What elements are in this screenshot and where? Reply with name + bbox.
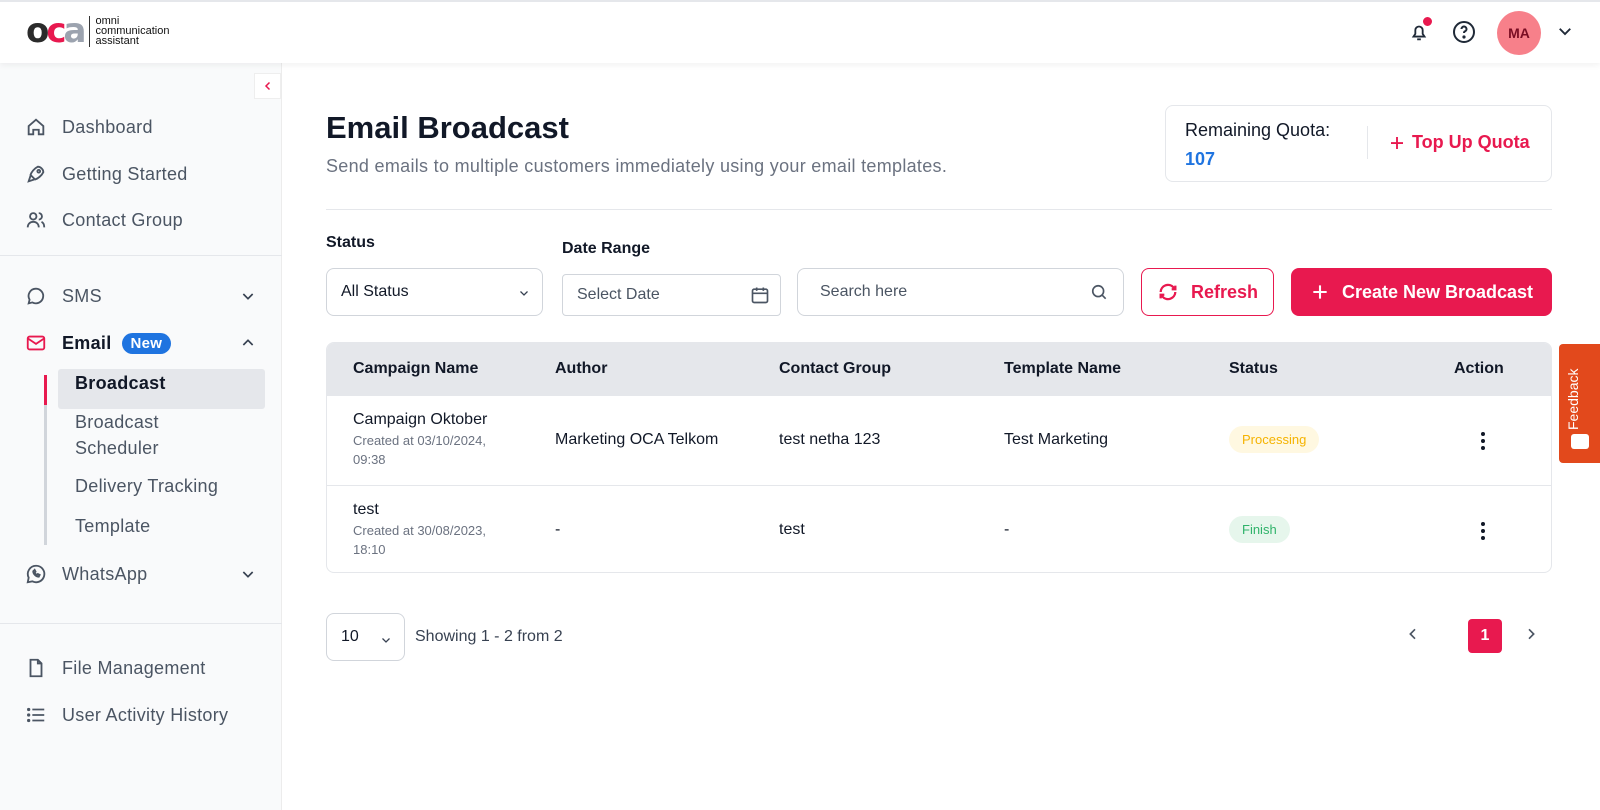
whatsapp-icon bbox=[24, 562, 48, 586]
notification-dot bbox=[1422, 16, 1433, 27]
chat-icon bbox=[24, 284, 48, 308]
feedback-label: Feedback bbox=[1565, 368, 1581, 430]
plus-icon bbox=[1313, 285, 1327, 299]
template-name-cell: - bbox=[1004, 521, 1010, 538]
sidebar-item-whatsapp[interactable]: WhatsApp bbox=[24, 559, 147, 589]
chevron-down-icon[interactable] bbox=[240, 566, 256, 587]
submenu-broadcast[interactable]: Broadcast bbox=[75, 370, 166, 396]
home-icon bbox=[24, 115, 48, 139]
contact-group-cell: test netha 123 bbox=[779, 431, 881, 448]
header-divider bbox=[326, 209, 1552, 210]
per-page-select[interactable]: 10 bbox=[326, 613, 405, 661]
rocket-icon bbox=[24, 162, 48, 186]
new-badge: New bbox=[121, 332, 172, 354]
sidebar-divider bbox=[0, 623, 282, 624]
table-row[interactable]: test Created at 30/08/2023, 18:10 - test… bbox=[327, 485, 1551, 572]
mail-icon bbox=[24, 331, 48, 355]
chevron-down-icon bbox=[518, 286, 530, 304]
next-page-icon[interactable] bbox=[1523, 626, 1539, 647]
sidebar-item-user-activity-history[interactable]: User Activity History bbox=[24, 700, 228, 730]
top-header: oca omni communication assistant MA bbox=[0, 0, 1600, 63]
users-icon bbox=[24, 208, 48, 232]
search-input[interactable]: Search here bbox=[797, 268, 1124, 316]
column-header[interactable]: Campaign Name bbox=[353, 360, 478, 378]
table-header: Campaign Name Author Contact Group Templ… bbox=[327, 343, 1551, 395]
search-icon bbox=[1089, 282, 1109, 307]
more-options-icon[interactable] bbox=[1473, 429, 1493, 453]
quota-label: Remaining Quota: bbox=[1185, 120, 1331, 140]
submenu-active-marker bbox=[44, 375, 47, 405]
quota-divider bbox=[1367, 126, 1368, 159]
status-select[interactable]: All Status bbox=[326, 268, 543, 316]
collapse-sidebar-button[interactable] bbox=[254, 73, 281, 99]
more-options-icon[interactable] bbox=[1473, 519, 1493, 543]
page-title: Email Broadcast bbox=[326, 110, 569, 145]
submenu-delivery-tracking[interactable]: Delivery Tracking bbox=[75, 473, 218, 499]
refresh-icon bbox=[1159, 283, 1177, 301]
column-header[interactable]: Contact Group bbox=[779, 360, 891, 378]
campaign-name-cell: Campaign Oktober Created at 03/10/2024, … bbox=[353, 411, 488, 467]
submenu-template[interactable]: Template bbox=[75, 513, 150, 539]
quota-card: Remaining Quota: 107 Top Up Quota bbox=[1165, 105, 1552, 182]
logo-text: omni communication assistant bbox=[89, 15, 169, 47]
page-subtitle: Send emails to multiple customers immedi… bbox=[326, 156, 948, 176]
feedback-tab[interactable]: Feedback bbox=[1559, 344, 1600, 463]
submenu-broadcast-scheduler[interactable]: Broadcast Scheduler bbox=[75, 409, 159, 461]
plus-icon bbox=[1391, 136, 1403, 149]
status-badge: Finish bbox=[1229, 516, 1290, 543]
chevron-up-icon[interactable] bbox=[240, 335, 256, 356]
list-icon bbox=[24, 703, 48, 727]
column-header[interactable]: Author bbox=[555, 360, 607, 378]
top-up-quota-button[interactable]: Top Up Quota bbox=[1388, 132, 1530, 153]
author-cell: - bbox=[555, 521, 561, 538]
column-header[interactable]: Status bbox=[1229, 360, 1278, 378]
sidebar-item-dashboard[interactable]: Dashboard bbox=[24, 112, 153, 142]
status-badge: Processing bbox=[1229, 426, 1320, 453]
date-range-input[interactable]: Select Date bbox=[562, 274, 781, 316]
file-icon bbox=[24, 656, 48, 680]
template-name-cell: Test Marketing bbox=[1004, 431, 1109, 448]
feedback-icon bbox=[1571, 434, 1589, 449]
main-content: Email Broadcast Send emails to multiple … bbox=[282, 63, 1600, 810]
sidebar-item-email[interactable]: Email New bbox=[24, 328, 172, 358]
chevron-down-icon[interactable] bbox=[1556, 22, 1574, 45]
create-new-broadcast-button[interactable]: Create New Broadcast bbox=[1291, 268, 1552, 316]
broadcast-table: Campaign Name Author Contact Group Templ… bbox=[326, 342, 1552, 573]
help-icon[interactable] bbox=[1450, 18, 1478, 46]
sidebar-item-contact-group[interactable]: Contact Group bbox=[24, 205, 183, 235]
sidebar: Dashboard Getting Started Contact Group … bbox=[0, 63, 282, 810]
author-cell: Marketing OCA Telkom bbox=[555, 431, 719, 448]
contact-group-cell: test bbox=[779, 521, 805, 538]
campaign-name-cell: test Created at 30/08/2023, 18:10 bbox=[353, 501, 486, 557]
showing-count: Showing 1 - 2 from 2 bbox=[415, 628, 563, 645]
column-header[interactable]: Template Name bbox=[1004, 360, 1121, 378]
logo-mark: oca bbox=[26, 11, 86, 51]
page-number-button[interactable]: 1 bbox=[1468, 619, 1502, 653]
chevron-down-icon[interactable] bbox=[240, 288, 256, 309]
calendar-icon bbox=[750, 285, 770, 310]
quota-value: 107 bbox=[1185, 149, 1216, 169]
avatar[interactable]: MA bbox=[1497, 11, 1541, 55]
column-header: Action bbox=[1454, 360, 1504, 377]
refresh-button[interactable]: Refresh bbox=[1141, 268, 1274, 316]
notification-bell-icon[interactable] bbox=[1405, 16, 1433, 46]
oca-logo[interactable]: oca omni communication assistant bbox=[26, 14, 169, 48]
date-range-label: Date Range bbox=[562, 240, 651, 257]
prev-page-icon[interactable] bbox=[1405, 626, 1421, 647]
table-row[interactable]: Campaign Oktober Created at 03/10/2024, … bbox=[327, 395, 1551, 486]
sidebar-item-sms[interactable]: SMS bbox=[24, 281, 264, 311]
chevron-down-icon bbox=[380, 633, 392, 651]
sidebar-item-getting-started[interactable]: Getting Started bbox=[24, 159, 188, 189]
sidebar-item-file-management[interactable]: File Management bbox=[24, 653, 206, 683]
status-filter-label: Status bbox=[326, 234, 375, 251]
sidebar-divider bbox=[0, 255, 282, 256]
